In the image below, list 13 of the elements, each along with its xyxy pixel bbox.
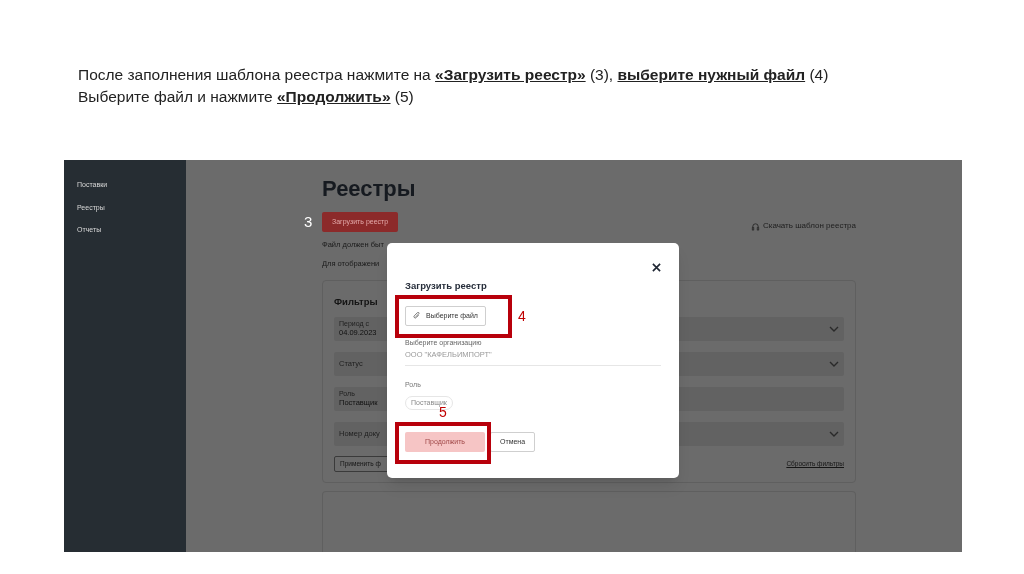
page-title: Реестры [322,176,416,202]
chevron-down-icon [829,325,839,332]
paperclip-icon [413,312,421,321]
dialog-title: Загрузить реестр [405,279,487,293]
headset-icon [750,221,760,231]
chevron-down-icon [829,430,839,437]
step-number: 4 [518,307,526,327]
filters-title: Фильтры [334,294,378,309]
instruction-text: Выберите файл и нажмите «Продолжить» (5) [78,87,415,107]
close-icon[interactable] [652,263,661,272]
step-number: 3 [304,211,313,232]
instruction-text: После заполнения шаблона реестра нажмите на «Загрузить реестр» (3), выберите нужный файл (4) [78,65,830,85]
chevron-down-icon [829,360,839,367]
